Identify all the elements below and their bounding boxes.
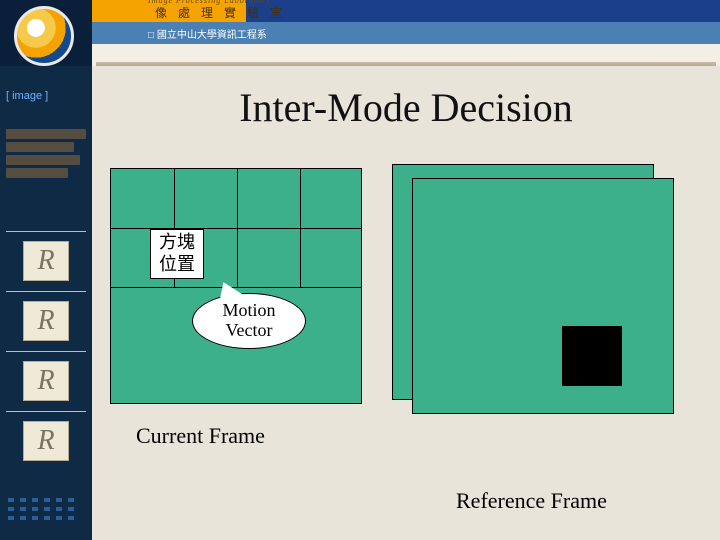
matched-block-icon: [562, 326, 622, 386]
motion-vector-callout: Motion Vector: [192, 293, 306, 349]
slide-body: Inter-Mode Decision 方塊 位置 Motion Vector …: [92, 66, 720, 540]
lab-name-ch: 像 處 理 實 驗 室: [155, 4, 286, 21]
lab-logo-icon: [14, 6, 74, 66]
sidebar: [ image ] R R R R: [0, 66, 92, 540]
slide-title: Inter-Mode Decision: [92, 84, 720, 131]
mv-line2: Vector: [222, 321, 275, 341]
banner-underline: [0, 44, 720, 66]
sidebar-dots-icon: [8, 498, 76, 522]
caption-current-frame: Current Frame: [136, 423, 265, 449]
sidebar-icon-3: R: [0, 351, 92, 411]
reference-frame-front: [412, 178, 674, 414]
sidebar-tag: [ image ]: [6, 90, 48, 102]
top-banner: Image Processing Laboratory 像 處 理 實 驗 室 …: [0, 0, 720, 44]
sidebar-menu: [6, 126, 86, 181]
mv-line1: Motion: [222, 301, 275, 321]
block-label-line2: 位置: [159, 254, 195, 276]
sidebar-icon-1: R: [0, 231, 92, 291]
sidebar-icon-4: R: [0, 411, 92, 471]
block-label-line1: 方塊: [159, 232, 195, 254]
sidebar-icon-2: R: [0, 291, 92, 351]
caption-reference-frame: Reference Frame: [456, 488, 607, 514]
block-position-label: 方塊 位置: [150, 229, 204, 279]
university-mark: □ 國立中山大學資訊工程系: [148, 26, 267, 41]
